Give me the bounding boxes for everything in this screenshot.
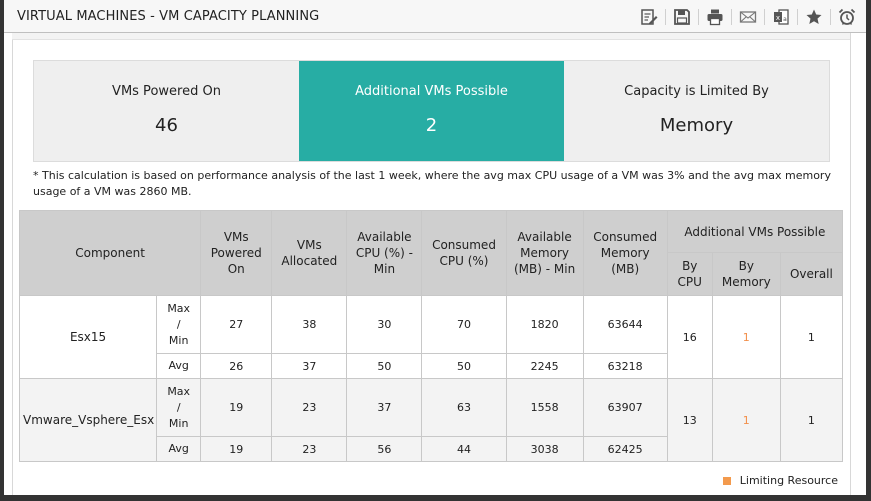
row-type-label: Max / Min: [156, 295, 202, 354]
cell-consumed-memory: 63218: [582, 353, 668, 379]
cell-available-cpu: 30: [346, 295, 423, 354]
page-title: VIRTUAL MACHINES - VM CAPACITY PLANNING: [17, 9, 320, 24]
table-row: Vmware_Vsphere_Esx Max / Min 19 23 37 63 1…: [18, 378, 844, 462]
table-row: Esx15 Max / Min 27 38 30 70 1820 63644 16 …: [18, 295, 844, 379]
component-name: Esx15: [18, 295, 158, 379]
legend-label: Limiting Resource: [739, 474, 838, 487]
excel-export-icon: x a: [774, 9, 789, 25]
cell-vms-allocated: 37: [271, 353, 348, 379]
toolbar-divider: [797, 9, 798, 25]
cell-vms-allocated: 38: [271, 295, 348, 354]
row-type-label: Max / Min: [156, 378, 202, 437]
email-icon: [739, 11, 757, 23]
calculation-note: * This calculation is based on performan…: [33, 169, 831, 198]
kpi-label: Capacity is Limited By: [624, 84, 769, 99]
alarm-clock-icon: [838, 8, 856, 25]
kpi-vms-powered-on: VMs Powered On 46: [34, 61, 299, 161]
col-header-vms-allocated: VMs Allocated: [271, 210, 348, 296]
print-button[interactable]: [704, 6, 726, 28]
window-frame: [0, 0, 4, 495]
cell-consumed-memory: 62425: [582, 436, 668, 462]
col-header-consumed-memory: Consumed Memory (MB): [582, 210, 668, 296]
col-header-by-memory: By Memory: [711, 252, 781, 296]
excel-export-button[interactable]: x a: [770, 6, 792, 28]
cell-consumed-cpu: 50: [421, 353, 507, 379]
edit-report-button[interactable]: [638, 6, 660, 28]
kpi-additional-vms-possible: Additional VMs Possible 2: [299, 61, 564, 161]
cell-available-memory: 2245: [505, 353, 584, 379]
toolbar-divider: [830, 9, 831, 25]
save-icon: [674, 9, 690, 25]
toolbar-divider: [731, 9, 732, 25]
report-header: VIRTUAL MACHINES - VM CAPACITY PLANNING: [4, 0, 866, 33]
email-button[interactable]: [737, 6, 759, 28]
favorite-button[interactable]: [803, 6, 825, 28]
cell-overall: 1: [779, 378, 844, 462]
col-header-consumed-cpu: Consumed CPU (%): [421, 210, 507, 296]
legend: Limiting Resource: [722, 474, 838, 487]
row-type-label: Avg: [156, 353, 202, 379]
cell-available-memory: 1558: [505, 378, 584, 437]
cell-consumed-cpu: 44: [421, 436, 507, 462]
cell-vms-powered-on: 19: [200, 436, 273, 462]
cell-available-memory: 3038: [505, 436, 584, 462]
limiting-resource-swatch: [722, 476, 731, 485]
cell-vms-allocated: 23: [271, 436, 348, 462]
report-window: VIRTUAL MACHINES - VM CAPACITY PLANNING: [0, 0, 866, 495]
cell-consumed-cpu: 63: [421, 378, 507, 437]
toolbar: x a: [638, 6, 858, 28]
cell-available-cpu: 37: [346, 378, 423, 437]
col-header-additional-vms: Additional VMs Possible: [666, 210, 844, 253]
col-header-available-cpu: Available CPU (%) - Min: [346, 210, 423, 296]
svg-text:a: a: [783, 16, 787, 23]
cell-vms-allocated: 23: [271, 378, 348, 437]
cell-consumed-memory: 63907: [582, 378, 668, 437]
col-header-overall: Overall: [779, 252, 844, 296]
cell-consumed-memory: 63644: [582, 295, 668, 354]
print-icon: [707, 9, 723, 26]
row-type-label: Avg: [156, 436, 202, 462]
cell-vms-powered-on: 26: [200, 353, 273, 379]
capacity-table: Component VMs Powered On VMs Allocated A…: [18, 210, 844, 462]
svg-text:x: x: [776, 14, 780, 22]
col-header-vms-powered-on: VMs Powered On: [200, 210, 273, 296]
cell-available-cpu: 50: [346, 353, 423, 379]
kpi-summary: VMs Powered On 46 Additional VMs Possibl…: [33, 60, 830, 162]
col-header-available-memory: Available Memory (MB) - Min: [505, 210, 584, 296]
cell-by-memory-limiting: 1: [711, 378, 781, 462]
component-name: Vmware_Vsphere_Esx: [18, 378, 158, 462]
cell-overall: 1: [779, 295, 844, 379]
cell-available-memory: 1820: [505, 295, 584, 354]
favorite-star-icon: [806, 9, 822, 24]
kpi-value: 2: [425, 115, 438, 136]
cell-available-cpu: 56: [346, 436, 423, 462]
edit-report-icon: [641, 9, 658, 25]
kpi-label: Additional VMs Possible: [355, 84, 508, 99]
cell-vms-powered-on: 27: [200, 295, 273, 354]
col-header-component: Component: [18, 210, 202, 296]
col-header-by-cpu: By CPU: [666, 252, 713, 296]
cell-vms-powered-on: 19: [200, 378, 273, 437]
cell-consumed-cpu: 70: [421, 295, 507, 354]
kpi-label: VMs Powered On: [112, 84, 221, 99]
cell-by-memory-limiting: 1: [711, 295, 781, 379]
save-button[interactable]: [671, 6, 693, 28]
table-header-row: Component VMs Powered On VMs Allocated A…: [18, 210, 844, 296]
kpi-value: Memory: [659, 115, 734, 136]
kpi-capacity-limited-by: Capacity is Limited By Memory: [564, 61, 829, 161]
alarm-button[interactable]: [836, 6, 858, 28]
toolbar-divider: [698, 9, 699, 25]
panel-top-strip: [12, 33, 850, 40]
cell-by-cpu: 13: [666, 378, 713, 462]
cell-by-cpu: 16: [666, 295, 713, 379]
kpi-value: 46: [155, 115, 178, 136]
toolbar-divider: [764, 9, 765, 25]
toolbar-divider: [665, 9, 666, 25]
